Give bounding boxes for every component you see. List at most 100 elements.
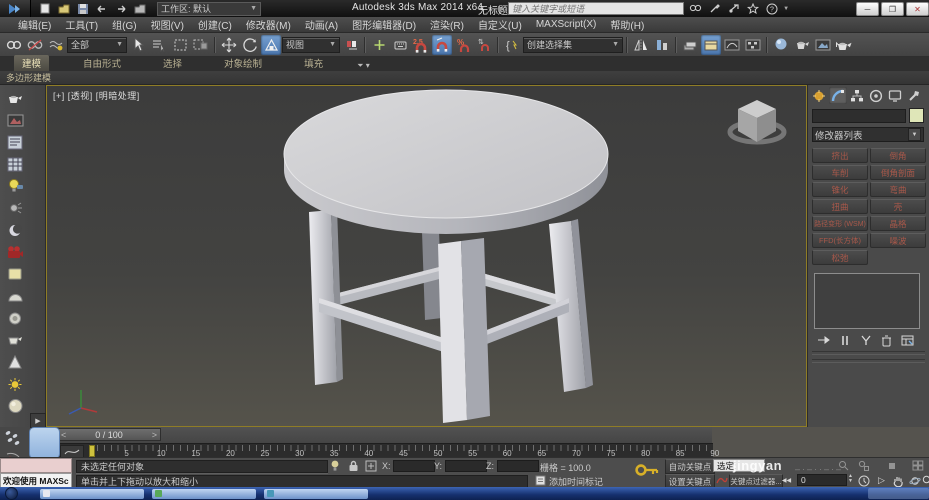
frame-back-arrow[interactable]: < xyxy=(61,430,66,440)
hierarchy-tab-icon[interactable] xyxy=(848,87,866,104)
modifier-button-extrude[interactable]: 挤出 xyxy=(812,148,868,163)
ribbon-tab-modeling[interactable]: 建模 xyxy=(14,55,49,71)
angle-snap-toggle-icon[interactable] xyxy=(432,35,452,55)
reference-coordsys-dropdown[interactable]: 视图▼ xyxy=(282,37,340,53)
sun-icon[interactable] xyxy=(3,373,27,395)
modify-tab-icon[interactable] xyxy=(829,87,847,104)
modifier-list-dropdown[interactable]: 修改器列表 ▼ xyxy=(812,127,924,142)
render-production-icon[interactable] xyxy=(834,35,854,55)
select-and-scale-icon[interactable] xyxy=(261,35,281,55)
remove-modifier-icon[interactable] xyxy=(879,334,894,347)
modifier-button-pathdeform-wsm[interactable]: 路径变形 (WSM) xyxy=(812,216,868,231)
selection-lock-icon[interactable] xyxy=(346,459,360,472)
rendered-frame-window-icon[interactable] xyxy=(813,35,833,55)
create-tab-icon[interactable] xyxy=(810,87,828,104)
toolbar-flyout-button[interactable]: ▶ xyxy=(30,413,46,428)
minimize-button[interactable]: ─ xyxy=(856,2,879,16)
modifier-button-taper[interactable]: 锥化 xyxy=(812,182,868,197)
pan-hand-icon[interactable] xyxy=(891,474,906,487)
percent-snap-toggle-icon[interactable]: % xyxy=(453,35,473,55)
select-by-name-icon[interactable] xyxy=(149,35,169,55)
modifier-button-bevel-profile[interactable]: 倒角剖面 xyxy=(870,165,926,180)
show-end-result-icon[interactable] xyxy=(837,334,852,347)
render-teapot-icon[interactable] xyxy=(3,87,27,109)
graphite-ribbon-toggle-icon[interactable] xyxy=(701,35,721,55)
modifier-button-bevel[interactable]: 倒角 xyxy=(870,148,926,163)
save-button[interactable] xyxy=(75,2,91,15)
taskbar-tray[interactable] xyxy=(868,488,929,499)
z-coord-field[interactable] xyxy=(497,460,539,472)
menu-help[interactable]: 帮助(H) xyxy=(610,17,644,32)
menu-graph-editors[interactable]: 图形编辑器(D) xyxy=(352,17,416,32)
help-dropdown-icon[interactable]: ▼ xyxy=(783,6,789,12)
modifier-button-lattice[interactable]: 晶格 xyxy=(870,216,926,231)
select-and-move-icon[interactable] xyxy=(219,35,239,55)
workspace-dropdown[interactable]: 工作区: 默认 ▼ xyxy=(157,2,261,16)
menu-maxscript[interactable]: MAXScript(X) xyxy=(536,19,597,30)
align-icon[interactable] xyxy=(652,35,672,55)
selection-filter-dropdown[interactable]: 全部▼ xyxy=(67,37,127,53)
render-setup-icon[interactable] xyxy=(792,35,812,55)
layer-manager-icon[interactable] xyxy=(680,35,700,55)
plane-primitive-icon[interactable] xyxy=(3,263,27,285)
menu-modifiers[interactable]: 修改器(M) xyxy=(246,17,291,32)
time-slider-handle[interactable]: < 0 / 100 > xyxy=(57,428,161,441)
ribbon-tab-freeform[interactable]: 自由形式 xyxy=(75,55,129,71)
menu-customize[interactable]: 自定义(U) xyxy=(478,17,522,32)
schematic-view-icon[interactable] xyxy=(743,35,763,55)
undo-button[interactable] xyxy=(94,2,110,15)
utilities-tab-icon[interactable] xyxy=(905,87,923,104)
ribbon-section-label[interactable]: 多边形建模 xyxy=(6,71,51,84)
absolute-mode-icon[interactable] xyxy=(364,459,378,472)
spinner-snap-toggle-icon[interactable]: ⇅ xyxy=(474,35,494,55)
select-and-link-icon[interactable] xyxy=(4,35,24,55)
close-button[interactable]: ✕ xyxy=(906,2,929,16)
modifier-button-twist[interactable]: 扭曲 xyxy=(812,199,868,214)
rendered-frame-icon[interactable] xyxy=(3,109,27,131)
zoom-extents-icon[interactable] xyxy=(884,459,899,472)
help-icon[interactable]: ? xyxy=(764,2,779,15)
ribbon-tab-selection[interactable]: 选择 xyxy=(155,55,190,71)
zoom-region-icon[interactable] xyxy=(920,474,929,487)
app-logo-button[interactable] xyxy=(0,0,31,17)
menu-group[interactable]: 组(G) xyxy=(112,17,136,32)
current-frame-field[interactable] xyxy=(797,474,847,486)
unlink-selection-icon[interactable] xyxy=(25,35,45,55)
modifier-button-noise[interactable]: 噪波 xyxy=(870,233,926,248)
footprints-icon[interactable] xyxy=(3,428,23,448)
modifier-button-relax[interactable]: 松弛 xyxy=(812,250,868,265)
maxscript-mini-listener[interactable] xyxy=(0,458,72,473)
select-and-rotate-icon[interactable] xyxy=(240,35,260,55)
lightbulb-icon[interactable] xyxy=(3,175,27,197)
maximize-viewport-toggle-icon[interactable] xyxy=(910,459,925,472)
notes-list-icon[interactable] xyxy=(3,131,27,153)
light-fixture-icon[interactable] xyxy=(3,197,27,219)
maxscript-listener-line[interactable]: 欢迎使用 MAXSc xyxy=(0,473,72,488)
ribbon-minimize-icon[interactable]: ⏷ ▾ xyxy=(357,61,370,71)
perspective-viewport[interactable]: [+] [透视] [明暗处理] xyxy=(46,85,807,427)
object-color-swatch[interactable] xyxy=(909,108,924,123)
modifier-button-ffd-box[interactable]: FFD(长方体) xyxy=(812,233,868,248)
open-file-button[interactable] xyxy=(56,2,72,15)
communication-center-icon[interactable] xyxy=(726,2,741,15)
circle-primitive-icon[interactable] xyxy=(3,307,27,329)
sphere-primitive-icon[interactable] xyxy=(3,395,27,417)
add-time-tag-icon[interactable] xyxy=(533,474,547,487)
modifier-stack-list[interactable] xyxy=(814,273,920,329)
modifier-button-shell[interactable]: 壳 xyxy=(870,199,926,214)
time-configuration-icon[interactable] xyxy=(856,474,871,487)
moon-icon[interactable] xyxy=(3,219,27,241)
select-object-icon[interactable] xyxy=(128,35,148,55)
taskbar-button-2[interactable] xyxy=(152,489,256,499)
menu-tools[interactable]: 工具(T) xyxy=(65,17,98,32)
cone-primitive-icon[interactable] xyxy=(3,351,27,373)
named-selection-sets-dropdown[interactable]: 创建选择集▼ xyxy=(523,37,623,53)
ribbon-tab-object-paint[interactable]: 对象绘制 xyxy=(216,55,270,71)
project-folder-button[interactable] xyxy=(132,2,148,15)
auto-key-button[interactable]: 自动关键点 xyxy=(665,459,715,474)
new-file-button[interactable] xyxy=(37,2,53,15)
window-crossing-icon[interactable] xyxy=(191,35,211,55)
modifier-button-bend[interactable]: 弯曲 xyxy=(870,182,926,197)
video-camera-icon[interactable] xyxy=(3,241,27,263)
isolate-selection-icon[interactable] xyxy=(328,459,342,472)
